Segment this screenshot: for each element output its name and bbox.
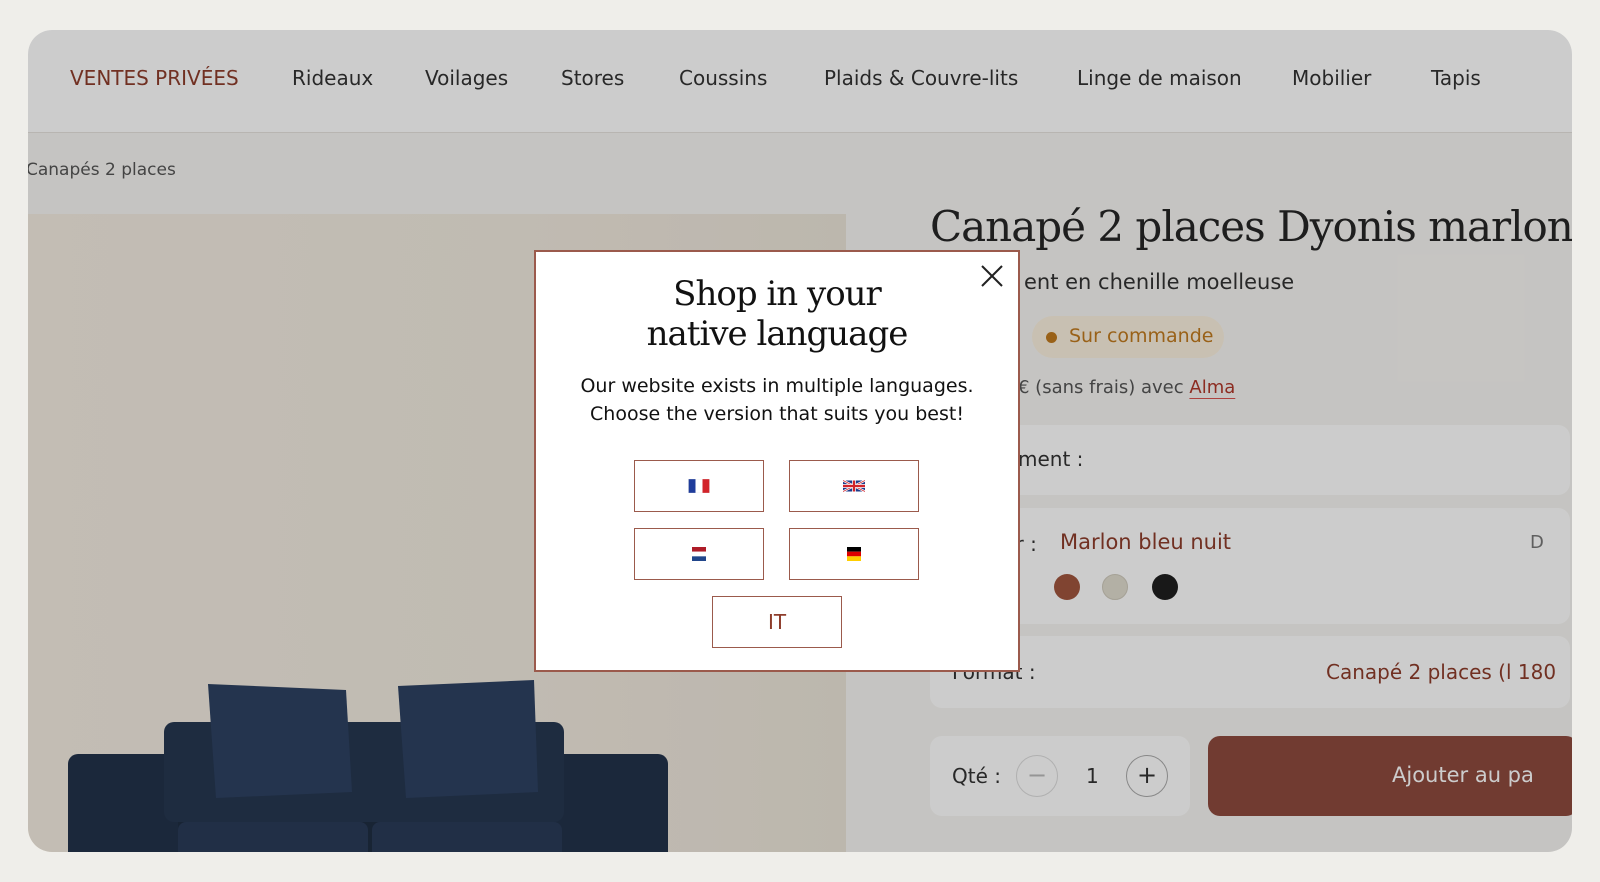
language-de-button[interactable]: [789, 528, 919, 580]
modal-title-line1: Shop in your: [673, 274, 882, 314]
modal-title: Shop in your native language: [536, 274, 1018, 354]
language-modal: Shop in your native language Our website…: [534, 250, 1020, 672]
language-it-button[interactable]: IT: [712, 596, 842, 648]
language-fr-button[interactable]: [634, 460, 764, 512]
modal-title-line2: native language: [646, 314, 909, 354]
france-flag-icon: [688, 478, 710, 494]
language-nl-button[interactable]: [634, 528, 764, 580]
modal-text-line1: Our website exists in multiple languages…: [580, 375, 974, 397]
modal-text-line2: Choose the version that suits you best!: [590, 403, 964, 425]
germany-flag-icon: [847, 547, 861, 561]
browser-page: VENTES PRIVÉES Rideaux Voilages Stores C…: [28, 30, 1572, 852]
netherlands-flag-icon: [692, 547, 706, 561]
uk-flag-icon: [842, 479, 866, 493]
modal-description: Our website exists in multiple languages…: [536, 372, 1018, 428]
language-en-button[interactable]: [789, 460, 919, 512]
